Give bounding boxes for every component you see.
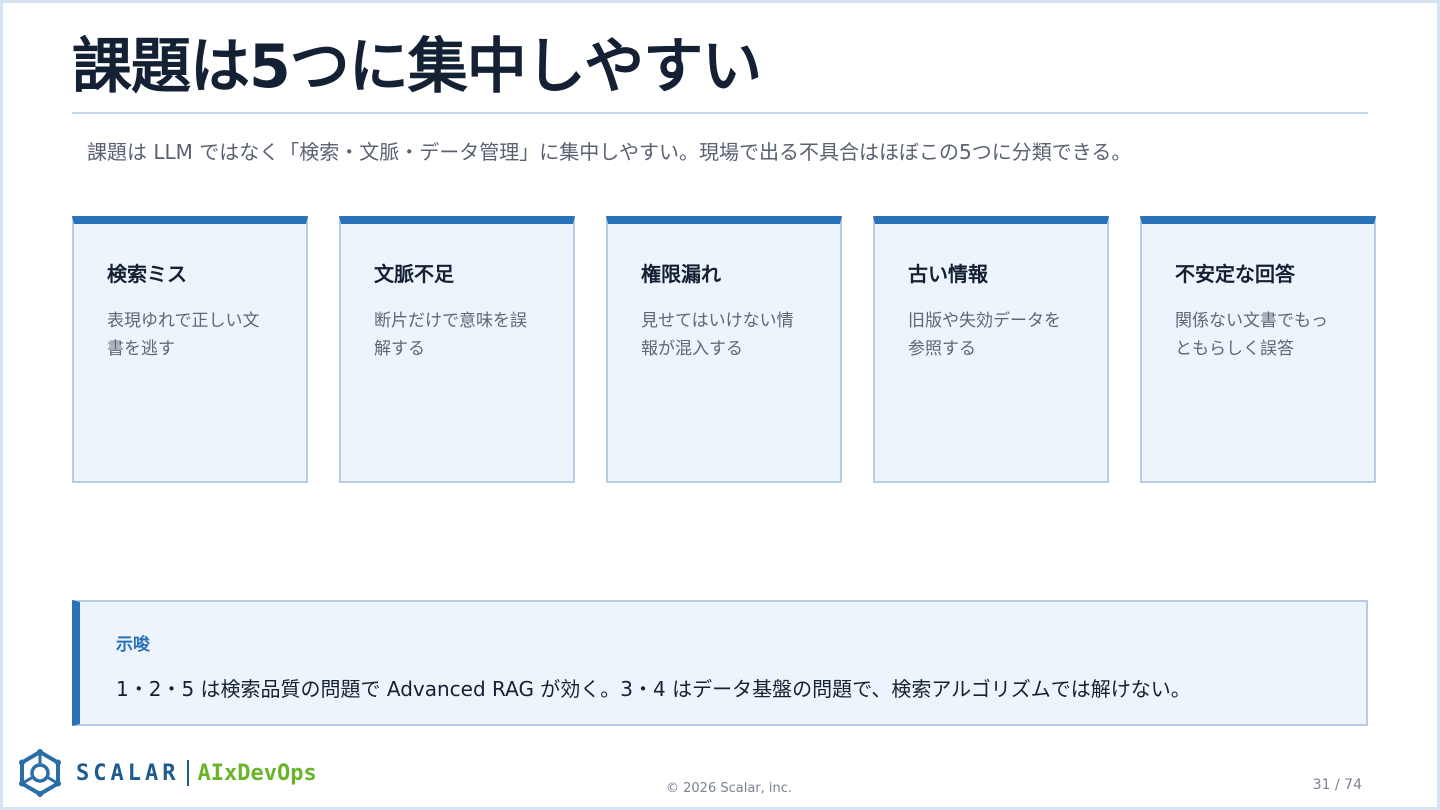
issue-card-description: 関係ない文書でもっともらしく誤答 [1175,311,1328,359]
brand-subname: AIxDevOps [197,760,317,786]
page-number: 31 / 74 [1312,777,1362,793]
slide-title: 課題は5つに集中しやすい [72,32,762,102]
issue-card-title: 古い情報 [908,262,988,286]
issue-card-search-miss: 検索ミス 表現ゆれで正しい文書を逃す [72,216,308,483]
insight-box: 示唆 1・2・5 は検索品質の問題で Advanced RAG が効く。3・4 … [72,600,1368,726]
title-divider [72,112,1368,114]
issue-card-context-lack: 文脈不足 断片だけで意味を誤解する [339,216,575,483]
insight-text: 1・2・5 は検索品質の問題で Advanced RAG が効く。3・4 はデー… [116,677,1191,701]
issue-card-description: 断片だけで意味を誤解する [374,311,527,359]
issue-card-unstable-answer: 不安定な回答 関係ない文書でもっともらしく誤答 [1140,216,1376,483]
issue-card-title: 検索ミス [107,262,187,286]
footer-logo: SCALAR AIxDevOps [16,748,317,798]
brand-separator [187,760,190,786]
issue-card-description: 表現ゆれで正しい文書を逃す [107,311,260,359]
insight-label: 示唆 [116,635,150,655]
issue-card-description: 旧版や失効データを参照する [908,311,1061,359]
issue-card-description: 見せてはいけない情報が混入する [641,311,794,359]
issue-card-title: 権限漏れ [641,262,721,286]
copyright: © 2026 Scalar, inc. [666,781,793,796]
scalar-logo-icon [19,749,61,797]
brand-name: SCALAR [76,760,180,786]
issue-cards: 検索ミス 表現ゆれで正しい文書を逃す 文脈不足 断片だけで意味を誤解する 権限漏… [72,216,1376,483]
issue-card-title: 不安定な回答 [1175,262,1295,286]
issue-card-title: 文脈不足 [374,262,454,286]
issue-card-stale-info: 古い情報 旧版や失効データを参照する [873,216,1109,483]
slide-subtitle: 課題は LLM ではなく「検索・文脈・データ管理」に集中しやすい。現場で出る不具… [87,140,1132,164]
issue-card-permission-leak: 権限漏れ 見せてはいけない情報が混入する [606,216,842,483]
